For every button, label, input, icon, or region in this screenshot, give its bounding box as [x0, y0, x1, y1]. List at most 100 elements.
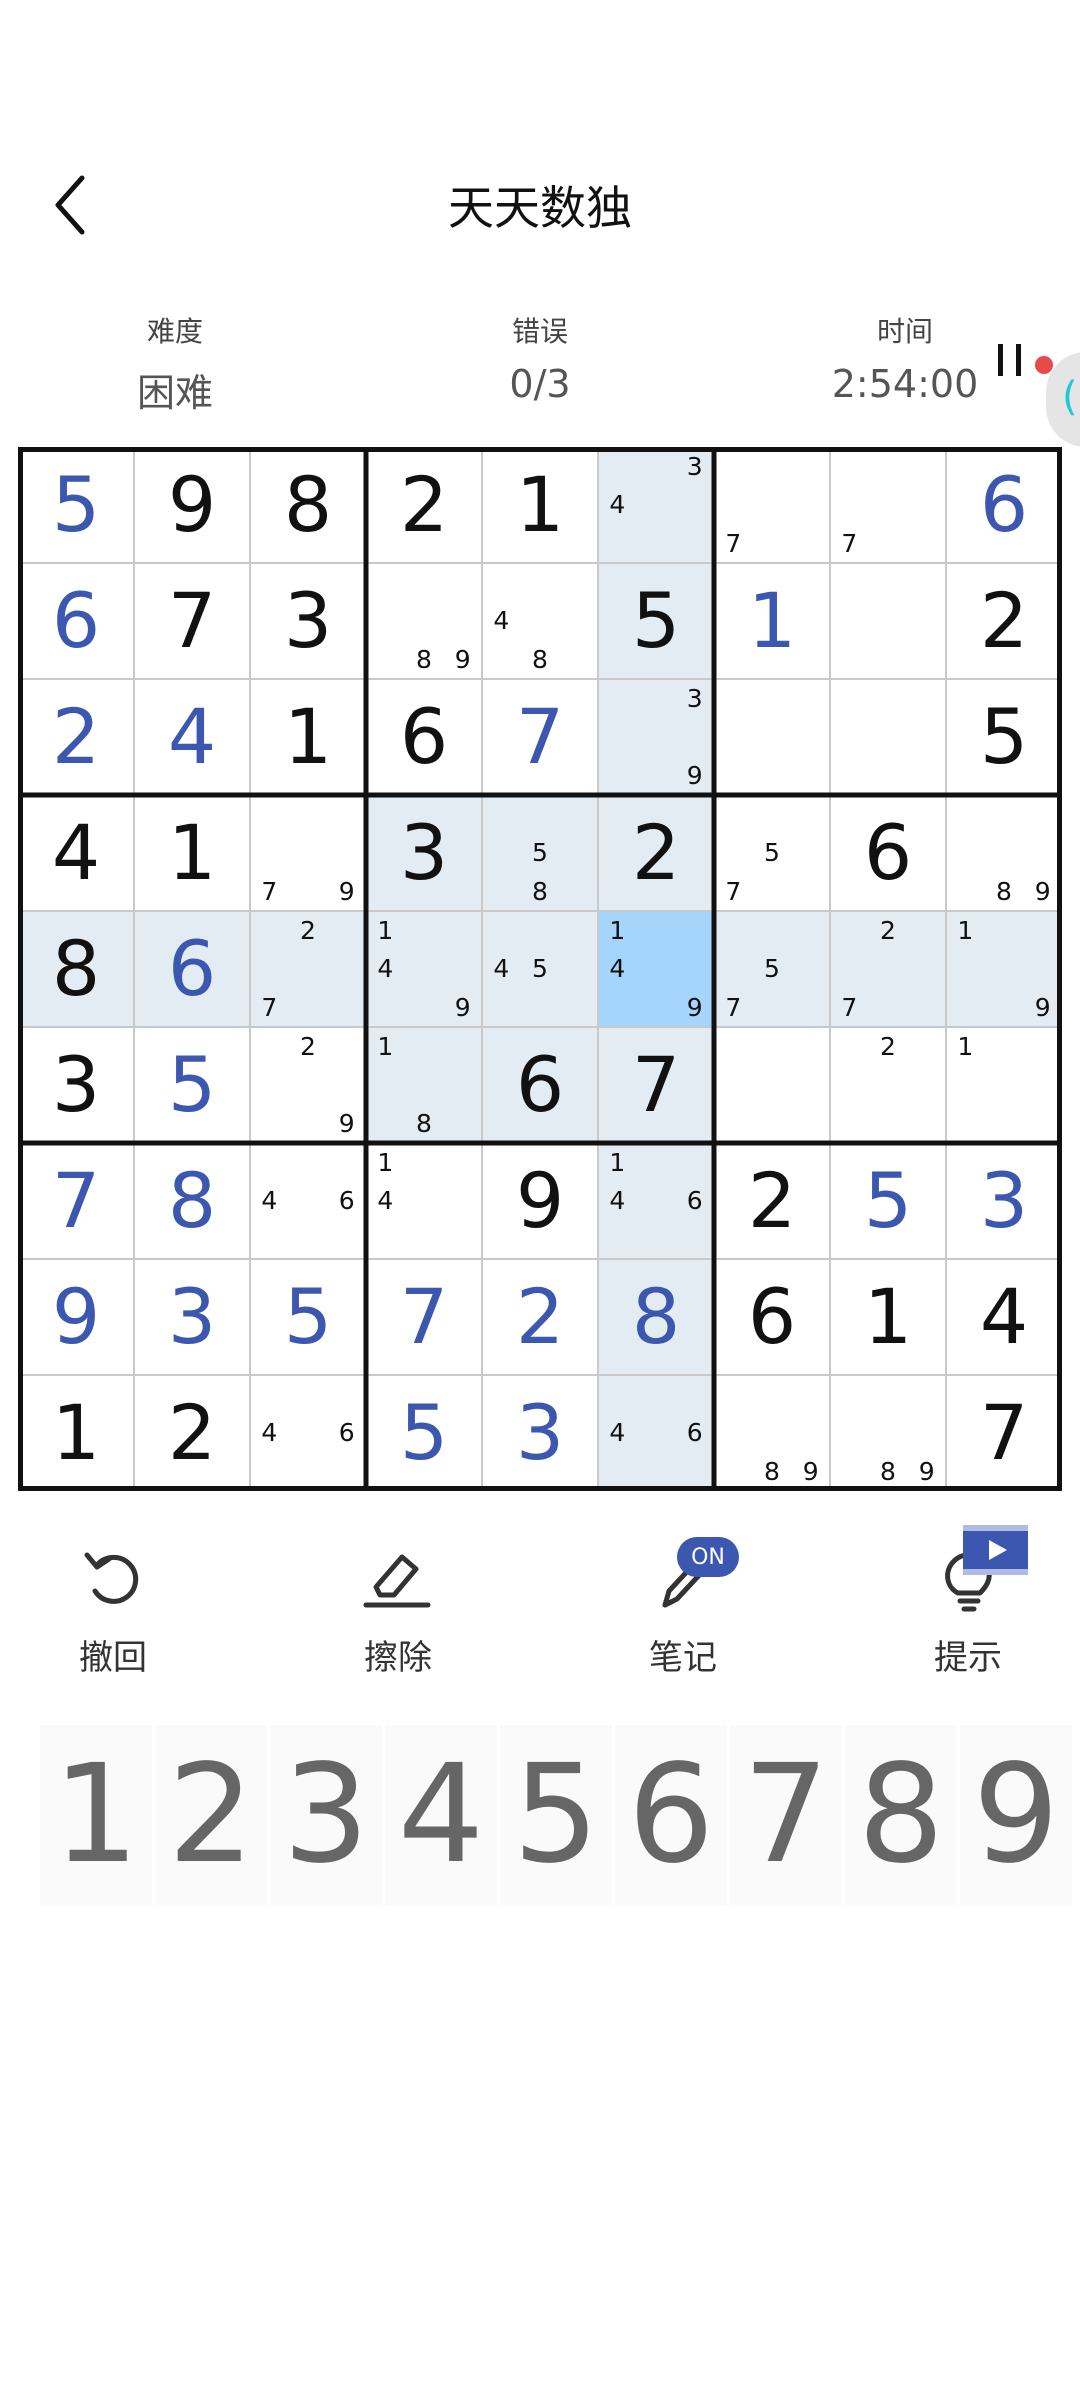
sudoku-cell-r7c5[interactable]: 9 [482, 1143, 598, 1259]
sudoku-cell-r2c6[interactable]: 5 [598, 563, 714, 679]
pencil-note: 9 [686, 761, 703, 791]
sudoku-cell-r5c8[interactable]: 27 [830, 911, 946, 1027]
sudoku-cell-r2c4[interactable]: 89 [366, 563, 482, 679]
sudoku-cell-r9c7[interactable]: 89 [714, 1375, 830, 1491]
sudoku-cell-r1c1[interactable]: 5 [18, 447, 134, 563]
sudoku-cell-r8c2[interactable]: 3 [134, 1259, 250, 1375]
sudoku-cell-r5c1[interactable]: 8 [18, 911, 134, 1027]
sudoku-cell-r5c4[interactable]: 1 4 9 [366, 911, 482, 1027]
sudoku-cell-r7c9[interactable]: 3 [946, 1143, 1062, 1259]
sudoku-cell-r5c6[interactable]: 1 4 9 [598, 911, 714, 1027]
sudoku-cell-r8c1[interactable]: 9 [18, 1259, 134, 1375]
sudoku-cell-r3c6[interactable]: 39 [598, 679, 714, 795]
sudoku-cell-r4c2[interactable]: 1 [134, 795, 250, 911]
sudoku-cell-r4c1[interactable]: 4 [18, 795, 134, 911]
sudoku-cell-r4c6[interactable]: 2 [598, 795, 714, 911]
pencil-note: 8 [764, 1457, 780, 1487]
sudoku-cell-r3c9[interactable]: 5 [946, 679, 1062, 795]
sudoku-cell-r1c6[interactable]: 34 [598, 447, 714, 563]
sudoku-cell-r8c3[interactable]: 5 [250, 1259, 366, 1375]
sudoku-cell-r2c5[interactable]: 48 [482, 563, 598, 679]
sudoku-cell-r5c5[interactable]: 45 [482, 911, 598, 1027]
sudoku-cell-r7c3[interactable]: 46 [250, 1143, 366, 1259]
sudoku-cell-r8c6[interactable]: 8 [598, 1259, 714, 1375]
sudoku-cell-r5c9[interactable]: 19 [946, 911, 1062, 1027]
sudoku-cell-r9c5[interactable]: 3 [482, 1375, 598, 1491]
sudoku-cell-r6c9[interactable]: 1 [946, 1027, 1062, 1143]
undo-button[interactable]: 撤回 [33, 1525, 193, 1685]
given-digit: 6 [863, 808, 913, 897]
number-key-2[interactable]: 2 [155, 1725, 267, 1905]
sudoku-cell-r8c9[interactable]: 4 [946, 1259, 1062, 1375]
sudoku-cell-r3c7[interactable] [714, 679, 830, 795]
sudoku-cell-r8c4[interactable]: 7 [366, 1259, 482, 1375]
sudoku-cell-r4c3[interactable]: 79 [250, 795, 366, 911]
given-digit: 2 [979, 576, 1029, 665]
sudoku-cell-r7c2[interactable]: 8 [134, 1143, 250, 1259]
sudoku-cell-r6c3[interactable]: 29 [250, 1027, 366, 1143]
sudoku-cell-r4c9[interactable]: 89 [946, 795, 1062, 911]
number-key-8[interactable]: 8 [845, 1725, 957, 1905]
sudoku-cell-r4c4[interactable]: 3 [366, 795, 482, 911]
sudoku-cell-r1c4[interactable]: 2 [366, 447, 482, 563]
sudoku-cell-r3c4[interactable]: 6 [366, 679, 482, 795]
sudoku-cell-r8c7[interactable]: 6 [714, 1259, 830, 1375]
number-key-3[interactable]: 3 [270, 1725, 382, 1905]
sudoku-cell-r4c5[interactable]: 58 [482, 795, 598, 911]
sudoku-cell-r1c8[interactable]: 7 [830, 447, 946, 563]
sudoku-cell-r9c3[interactable]: 46 [250, 1375, 366, 1491]
sudoku-cell-r1c3[interactable]: 8 [250, 447, 366, 563]
sudoku-cell-r9c8[interactable]: 89 [830, 1375, 946, 1491]
sudoku-cell-r2c8[interactable] [830, 563, 946, 679]
sudoku-cell-r1c2[interactable]: 9 [134, 447, 250, 563]
sudoku-cell-r9c1[interactable]: 1 [18, 1375, 134, 1491]
sudoku-cell-r7c1[interactable]: 7 [18, 1143, 134, 1259]
sudoku-cell-r2c2[interactable]: 7 [134, 563, 250, 679]
sudoku-cell-r6c5[interactable]: 6 [482, 1027, 598, 1143]
sudoku-cell-r8c5[interactable]: 2 [482, 1259, 598, 1375]
number-key-5[interactable]: 5 [500, 1725, 612, 1905]
sudoku-cell-r6c4[interactable]: 18 [366, 1027, 482, 1143]
undo-label: 撤回 [79, 1638, 147, 1678]
sudoku-cell-r6c1[interactable]: 3 [18, 1027, 134, 1143]
sudoku-cell-r2c3[interactable]: 3 [250, 563, 366, 679]
sudoku-cell-r9c4[interactable]: 5 [366, 1375, 482, 1491]
sudoku-cell-r3c2[interactable]: 4 [134, 679, 250, 795]
sudoku-cell-r7c8[interactable]: 5 [830, 1143, 946, 1259]
sudoku-cell-r7c7[interactable]: 2 [714, 1143, 830, 1259]
number-key-4[interactable]: 4 [385, 1725, 497, 1905]
sudoku-cell-r5c7[interactable]: 57 [714, 911, 830, 1027]
sudoku-cell-r6c7[interactable] [714, 1027, 830, 1143]
sudoku-cell-r4c8[interactable]: 6 [830, 795, 946, 911]
sudoku-cell-r6c8[interactable]: 2 [830, 1027, 946, 1143]
sudoku-cell-r9c6[interactable]: 46 [598, 1375, 714, 1491]
sudoku-cell-r3c3[interactable]: 1 [250, 679, 366, 795]
given-digit: 1 [167, 808, 217, 897]
sudoku-cell-r3c8[interactable] [830, 679, 946, 795]
sudoku-cell-r2c7[interactable]: 1 [714, 563, 830, 679]
sudoku-cell-r1c9[interactable]: 6 [946, 447, 1062, 563]
sudoku-cell-r6c2[interactable]: 5 [134, 1027, 250, 1143]
sudoku-cell-r7c4[interactable]: 14 [366, 1143, 482, 1259]
number-key-9[interactable]: 9 [960, 1725, 1072, 1905]
sudoku-cell-r3c1[interactable]: 2 [18, 679, 134, 795]
number-key-7[interactable]: 7 [730, 1725, 842, 1905]
sudoku-cell-r9c9[interactable]: 7 [946, 1375, 1062, 1491]
sudoku-cell-r5c2[interactable]: 6 [134, 911, 250, 1027]
sudoku-cell-r2c9[interactable]: 2 [946, 563, 1062, 679]
sudoku-cell-r3c5[interactable]: 7 [482, 679, 598, 795]
pause-button[interactable] [996, 340, 1026, 380]
sudoku-cell-r5c3[interactable]: 27 [250, 911, 366, 1027]
sudoku-cell-r8c8[interactable]: 1 [830, 1259, 946, 1375]
number-key-6[interactable]: 6 [615, 1725, 727, 1905]
pencil-note: 5 [532, 954, 548, 984]
number-key-1[interactable]: 1 [40, 1725, 152, 1905]
sudoku-cell-r9c2[interactable]: 2 [134, 1375, 250, 1491]
sudoku-cell-r4c7[interactable]: 57 [714, 795, 830, 911]
sudoku-cell-r7c6[interactable]: 1 4 6 [598, 1143, 714, 1259]
sudoku-cell-r1c7[interactable]: 7 [714, 447, 830, 563]
erase-button[interactable]: 擦除 [318, 1525, 478, 1685]
sudoku-cell-r2c1[interactable]: 6 [18, 563, 134, 679]
sudoku-cell-r1c5[interactable]: 1 [482, 447, 598, 563]
sudoku-cell-r6c6[interactable]: 7 [598, 1027, 714, 1143]
